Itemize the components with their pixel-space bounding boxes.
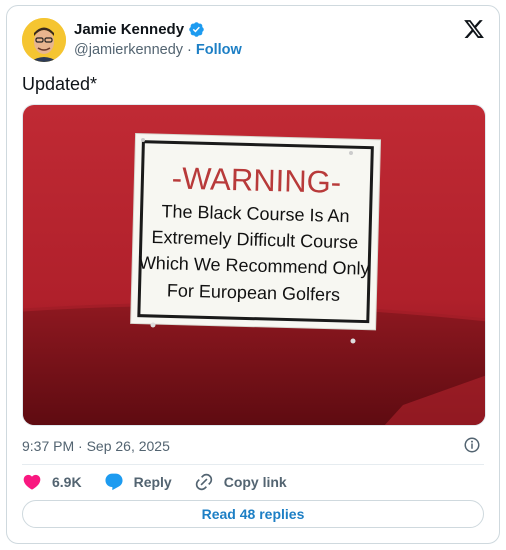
copy-link-button[interactable]: Copy link [194, 472, 287, 492]
like-button[interactable]: 6.9K [22, 472, 82, 492]
like-count: 6.9K [52, 474, 82, 490]
tweet-text: Updated* [22, 74, 98, 94]
copy-link-label: Copy link [223, 474, 287, 490]
handle-separator: · [187, 42, 192, 58]
author-name[interactable]: Jamie Kennedy [74, 21, 184, 38]
verified-badge-icon [189, 22, 204, 37]
author-handle[interactable]: @jamierkennedy [74, 42, 183, 58]
tweet-embed-card: Jamie Kennedy @jamierkennedy · Follow Up… [6, 5, 500, 544]
read-replies-label: Read 48 replies [201, 506, 305, 522]
avatar-illustration [22, 18, 66, 62]
x-logo-icon[interactable] [463, 18, 485, 40]
info-icon[interactable] [463, 436, 481, 454]
divider [22, 464, 484, 465]
reply-label: Reply [133, 474, 172, 490]
reply-button[interactable]: Reply [104, 472, 172, 492]
read-replies-button[interactable]: Read 48 replies [22, 500, 484, 528]
tweet-timestamp[interactable]: 9:37 PM · Sep 26, 2025 [22, 438, 170, 454]
tweet-media-image[interactable]: -WARNING- The Black Course Is An Extreme… [22, 104, 486, 426]
author-name-row: Jamie Kennedy [74, 21, 205, 38]
follow-link[interactable]: Follow [196, 42, 242, 58]
tweet-actions: 6.9K Reply Copy link [22, 472, 309, 492]
heart-icon [23, 474, 41, 490]
author-avatar[interactable] [22, 18, 66, 62]
author-handle-row: @jamierkennedy · Follow [74, 42, 242, 58]
warning-sign-photo: -WARNING- The Black Course Is An Extreme… [23, 105, 485, 425]
reply-bubble-icon [105, 473, 123, 491]
link-icon [195, 473, 212, 491]
sign-heading: -WARNING- [171, 160, 341, 199]
